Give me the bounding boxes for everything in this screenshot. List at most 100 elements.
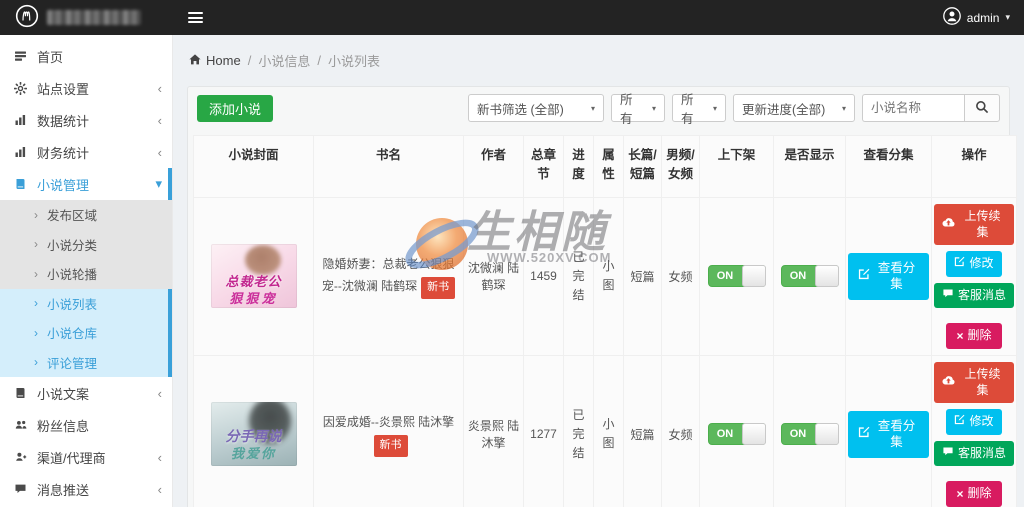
author-cell: 沈微澜 陆鹤琛 <box>463 197 524 356</box>
view-episodes-button[interactable]: 查看分集 <box>848 253 929 300</box>
col-header-chapters: 总章节 <box>523 135 564 198</box>
cloud-upload-icon <box>942 375 955 391</box>
angle-right-icon: › <box>34 237 38 252</box>
search-group <box>862 94 1000 122</box>
actions-cell: 上传续集 修改 客服消息 × 删除 <box>931 197 1017 356</box>
toolbar: 添加小说 新书筛选 (全部) ▾ 所有 ▾ 所有 ▾ 更新进度(全部) ▾ <box>193 93 1004 126</box>
customer-service-message-button[interactable]: 客服消息 <box>934 282 1014 309</box>
delete-button[interactable]: × 删除 <box>946 481 1002 507</box>
chapters-cell: 1277 <box>523 354 564 507</box>
progress-cell: 已完结 <box>563 197 594 356</box>
breadcrumb-novel-info[interactable]: 小说信息 <box>258 51 310 70</box>
shelf-toggle[interactable]: ON <box>707 423 766 446</box>
channel-cell: 女频 <box>661 197 700 356</box>
toggle-handle <box>814 265 839 288</box>
sidebar-subitem-label: 发布区域 <box>47 209 98 224</box>
sidebar-item-label: 数据统计 <box>37 113 90 129</box>
breadcrumb-separator: / <box>317 53 321 68</box>
sidebar-item-channel-agent[interactable]: 渠道/代理商 ‹ <box>0 441 172 473</box>
sidebar-subitem-novel-carousel[interactable]: › 小说轮播 <box>0 259 172 289</box>
episodes-cell: 查看分集 <box>845 354 932 507</box>
angle-right-icon: › <box>34 296 38 311</box>
shelf-cell: ON <box>699 197 774 356</box>
edit-icon <box>858 268 870 284</box>
edit-button[interactable]: 修改 <box>946 251 1002 277</box>
chevron-left-icon: ‹ <box>157 80 162 96</box>
filters: 新书筛选 (全部) ▾ 所有 ▾ 所有 ▾ 更新进度(全部) ▾ <box>468 93 1000 126</box>
angle-right-icon: › <box>34 207 38 222</box>
col-header-attribute: 属性 <box>593 135 624 198</box>
edit-icon <box>954 414 965 430</box>
users-icon <box>14 419 28 432</box>
sidebar-item-fans-info[interactable]: 粉丝信息 <box>0 409 172 441</box>
breadcrumb: Home / 小说信息 / 小说列表 <box>173 35 1024 86</box>
col-header-actions: 操作 <box>931 135 1017 198</box>
home-icon <box>189 53 201 68</box>
sidebar-item-novel-copywriting[interactable]: 小说文案 ‹ <box>0 377 172 409</box>
sidebar-subitem-label: 小说分类 <box>47 238 98 253</box>
sidebar-subitem-novel-list[interactable]: › 小说列表 <box>0 288 172 318</box>
delete-button[interactable]: × 删除 <box>946 323 1002 349</box>
search-input[interactable] <box>862 94 964 122</box>
sidebar-subitem-comment-management[interactable]: › 评论管理 <box>0 347 172 377</box>
sidebar-item-site-settings[interactable]: 站点设置 ‹ <box>0 72 172 104</box>
shelf-toggle[interactable]: ON <box>707 265 766 288</box>
sidebar-item-finance-stats[interactable]: 财务统计 ‹ <box>0 136 172 168</box>
novel-table: 小说封面 书名 作者 总章节 进度 属性 长篇/短篇 男频/女频 上下架 是否显… <box>193 135 1017 507</box>
hamburger-icon <box>187 12 203 14</box>
sidebar-item-message-push[interactable]: 消息推送 ‹ <box>0 473 172 505</box>
sidebar-toggle-button[interactable] <box>173 0 217 35</box>
all-filter-select-1[interactable]: 所有 ▾ <box>611 93 665 126</box>
col-header-title: 书名 <box>313 135 464 198</box>
caret-down-icon: ▾ <box>841 103 846 113</box>
length-cell: 短篇 <box>623 354 662 507</box>
upload-sequel-button[interactable]: 上传续集 <box>934 361 1014 404</box>
app-logo[interactable] <box>0 0 173 35</box>
sidebar-subitem-label: 小说轮播 <box>47 268 98 283</box>
visible-cell: ON <box>773 197 846 356</box>
sidebar-item-data-stats[interactable]: 数据统计 ‹ <box>0 104 172 136</box>
sidebar-item-home[interactable]: 首页 <box>0 40 172 72</box>
cloud-upload-icon <box>942 217 955 233</box>
sidebar-subitem-novel-warehouse[interactable]: › 小说仓库 <box>0 318 172 348</box>
chevron-left-icon: ‹ <box>157 449 162 465</box>
add-novel-button[interactable]: 添加小说 <box>197 94 274 122</box>
user-menu[interactable]: admin ▾ <box>942 0 1024 35</box>
upload-sequel-button[interactable]: 上传续集 <box>934 204 1014 246</box>
book-title: 因爱成婚--炎景熙 陆沐擎 <box>322 415 455 430</box>
table-row: 总裁老公 狠狠宠 隐婚娇妻：总裁老公狠狠宠--沈微澜 陆鹤琛 新书 沈微澜 陆鹤琛… <box>193 197 1017 356</box>
main-content: Home / 小说信息 / 小说列表 添加小说 新书筛选 (全部)▾ 所有▾ <box>173 35 1024 507</box>
customer-service-message-button[interactable]: 客服消息 <box>934 440 1014 467</box>
chevron-left-icon: ‹ <box>157 144 162 160</box>
visible-cell: ON <box>773 354 846 507</box>
col-header-episodes: 查看分集 <box>845 135 932 198</box>
table-row: 分手再说 我爱你 因爱成婚--炎景熙 陆沐擎 新书 炎景熙 陆沐擎 1277 已… <box>193 354 1017 507</box>
close-icon: × <box>956 487 964 502</box>
visible-toggle[interactable]: ON <box>780 265 839 288</box>
new-book-filter-select[interactable]: 新书筛选 (全部) ▾ <box>468 94 604 122</box>
search-button[interactable] <box>964 94 1000 122</box>
progress-cell: 已完结 <box>563 354 594 507</box>
view-episodes-button[interactable]: 查看分集 <box>848 411 929 458</box>
sidebar-subitem-novel-category[interactable]: › 小说分类 <box>0 229 172 259</box>
breadcrumb-novel-list: 小说列表 <box>327 54 380 69</box>
attribute-cell: 小图 <box>593 197 624 356</box>
channel-cell: 女频 <box>661 354 700 507</box>
sidebar-subitem-publish-region[interactable]: › 发布区域 <box>0 200 172 230</box>
user-avatar-icon <box>942 7 961 28</box>
caret-down-icon: ▾ <box>590 103 595 113</box>
visible-toggle[interactable]: ON <box>780 423 839 446</box>
edit-button[interactable]: 修改 <box>946 409 1002 435</box>
angle-right-icon: › <box>34 355 38 370</box>
cover-cell: 总裁老公 狠狠宠 <box>193 197 314 356</box>
sidebar-item-label: 粉丝信息 <box>37 418 90 434</box>
all-filter-select-2[interactable]: 所有 ▾ <box>672 93 726 126</box>
progress-filter-select[interactable]: 更新进度(全部) ▾ <box>733 94 855 122</box>
sidebar-item-label: 小说管理 <box>37 177 90 193</box>
breadcrumb-home[interactable]: Home <box>189 53 241 68</box>
sidebar-item-label: 财务统计 <box>37 145 90 161</box>
toggle-handle <box>741 423 766 446</box>
close-icon: × <box>956 329 964 344</box>
sidebar-item-novel-management[interactable]: 小说管理 ▾ <box>0 168 172 200</box>
col-header-length: 长篇/短篇 <box>623 135 662 198</box>
